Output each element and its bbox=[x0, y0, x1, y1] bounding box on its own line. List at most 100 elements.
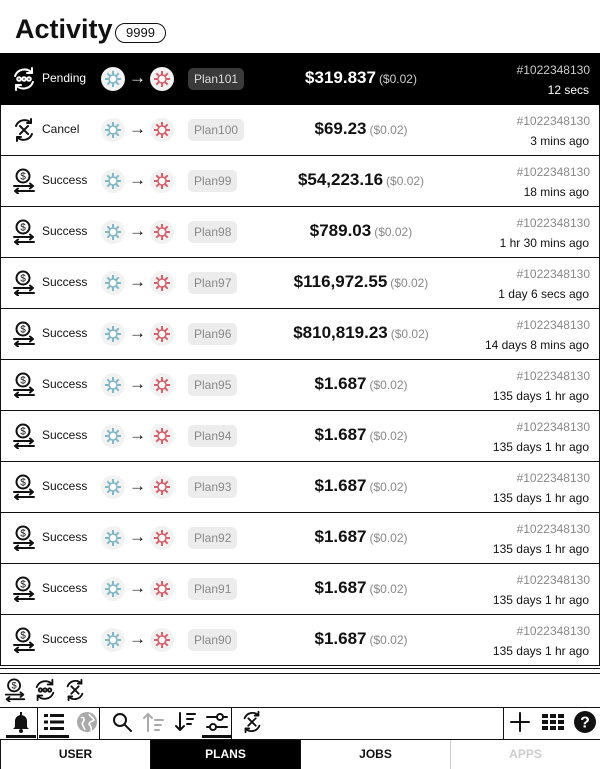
activity-row[interactable]: Cancel → Plan100 $69.23 ($0.02) #1022348130 3 … bbox=[0, 105, 600, 156]
amount-value: $1.687 bbox=[314, 425, 367, 444]
activity-row[interactable]: $ Success → Plan98 $789.03 ($0.02) #1022348130… bbox=[0, 207, 600, 258]
svg-text:$: $ bbox=[20, 478, 26, 489]
tab-user[interactable]: USER bbox=[0, 740, 150, 769]
arrow-right-icon: → bbox=[129, 374, 146, 393]
activity-row[interactable]: $ Success → Plan96 $810,819.23 ($0.02) #102234… bbox=[0, 309, 600, 360]
amount-value: $789.03 bbox=[309, 221, 372, 240]
status-label: Success bbox=[42, 581, 88, 595]
help-icon[interactable]: ? bbox=[573, 710, 597, 734]
transaction-id[interactable]: #1022348130 bbox=[517, 522, 590, 536]
grid-view-icon[interactable] bbox=[541, 710, 565, 734]
target-coin-icon bbox=[150, 271, 174, 295]
fee-value: ($0.02) bbox=[369, 582, 408, 596]
status-success-icon: $ bbox=[11, 270, 37, 296]
status-success-icon: $ bbox=[11, 627, 37, 653]
transaction-id[interactable]: #1022348130 bbox=[517, 63, 590, 77]
amount-group: $1.687 ($0.02) bbox=[246, 527, 476, 547]
filter-cancel-icon[interactable] bbox=[63, 678, 87, 702]
target-coin-icon bbox=[150, 220, 174, 244]
plan-badge[interactable]: Plan101 bbox=[188, 68, 245, 90]
transaction-id[interactable]: #1022348130 bbox=[517, 267, 590, 281]
add-icon[interactable] bbox=[508, 710, 532, 734]
plan-badge[interactable]: Plan100 bbox=[188, 119, 245, 141]
status-label: Success bbox=[42, 326, 88, 340]
transaction-id[interactable]: #1022348130 bbox=[517, 165, 590, 179]
source-coin-icon bbox=[101, 322, 125, 346]
sort-descending-icon[interactable] bbox=[174, 710, 198, 734]
transaction-id[interactable]: #1022348130 bbox=[517, 318, 590, 332]
activity-row[interactable]: $ Success → Plan95 $1.687 ($0.02) #1022348130 1… bbox=[0, 360, 600, 411]
fee-value: ($0.02) bbox=[369, 429, 408, 443]
svg-text:$: $ bbox=[20, 631, 26, 642]
arrow-right-icon: → bbox=[129, 221, 146, 240]
list-view-icon[interactable] bbox=[39, 710, 69, 738]
filter-success-icon[interactable]: $ bbox=[3, 678, 27, 702]
plan-badge[interactable]: Plan90 bbox=[188, 629, 238, 651]
activity-row[interactable]: $ Success → Plan91 $1.687 ($0.02) #1022348130 1… bbox=[0, 564, 600, 615]
timestamp: 135 days 1 hr ago bbox=[492, 491, 589, 505]
activity-row[interactable]: $ Success → Plan93 $1.687 ($0.02) #1022348130 1… bbox=[0, 462, 600, 513]
status-cancel-icon bbox=[11, 117, 37, 143]
transaction-id[interactable]: #1022348130 bbox=[517, 624, 590, 638]
activity-row[interactable]: Pending → Plan101 $319.837 ($0.02) #102234813… bbox=[0, 53, 600, 105]
status-label: Success bbox=[42, 479, 88, 493]
tab-jobs[interactable]: JOBS bbox=[300, 740, 450, 769]
filter-sliders-icon[interactable] bbox=[202, 710, 232, 738]
tab-plans[interactable]: PLANS bbox=[150, 740, 300, 769]
plan-badge[interactable]: Plan96 bbox=[188, 323, 238, 345]
plan-badge[interactable]: Plan94 bbox=[188, 425, 238, 447]
timestamp: 135 days 1 hr ago bbox=[492, 644, 589, 658]
status-label: Success bbox=[42, 632, 88, 646]
activity-row[interactable]: $ Success → Plan92 $1.687 ($0.02) #1022348130 1… bbox=[0, 513, 600, 564]
source-coin-icon bbox=[101, 220, 125, 244]
plan-badge[interactable]: Plan98 bbox=[188, 221, 238, 243]
amount-group: $116,972.55 ($0.02) bbox=[246, 272, 476, 292]
target-coin-icon bbox=[150, 424, 174, 448]
status-success-icon: $ bbox=[11, 423, 37, 449]
svg-text:$: $ bbox=[20, 376, 26, 387]
activity-row[interactable]: $ Success → Plan90 $1.687 ($0.02) #1022348130 1… bbox=[0, 615, 600, 666]
toolbar-divider bbox=[99, 707, 100, 739]
bottom-tab-bar: USER PLANS JOBS APPS bbox=[0, 739, 600, 769]
transaction-id[interactable]: #1022348130 bbox=[517, 114, 590, 128]
amount-group: $1.687 ($0.02) bbox=[246, 476, 476, 496]
plan-badge[interactable]: Plan91 bbox=[188, 578, 238, 600]
activity-row[interactable]: $ Success → Plan94 $1.687 ($0.02) #1022348130 1… bbox=[0, 411, 600, 462]
plan-badge[interactable]: Plan97 bbox=[188, 272, 238, 294]
svg-text:$: $ bbox=[20, 223, 26, 234]
transaction-id[interactable]: #1022348130 bbox=[517, 420, 590, 434]
plan-badge[interactable]: Plan93 bbox=[188, 476, 238, 498]
source-coin-icon bbox=[101, 577, 125, 601]
transaction-id[interactable]: #1022348130 bbox=[517, 573, 590, 587]
timestamp: 135 days 1 hr ago bbox=[492, 440, 589, 454]
search-icon[interactable] bbox=[110, 710, 134, 734]
timestamp: 135 days 1 hr ago bbox=[492, 593, 589, 607]
tab-apps[interactable]: APPS bbox=[450, 740, 600, 769]
source-coin-icon bbox=[101, 628, 125, 652]
page-title: Activity bbox=[15, 14, 113, 44]
timestamp: 14 days 8 mins ago bbox=[484, 338, 589, 352]
status-label: Cancel bbox=[42, 122, 80, 136]
activity-row[interactable]: $ Success → Plan97 $116,972.55 ($0.02) #102234… bbox=[0, 258, 600, 309]
svg-text:$: $ bbox=[20, 274, 26, 285]
amount-group: $789.03 ($0.02) bbox=[246, 221, 476, 241]
transaction-id[interactable]: #1022348130 bbox=[517, 471, 590, 485]
arrow-right-icon: → bbox=[129, 527, 146, 546]
arrow-right-icon: → bbox=[129, 272, 146, 291]
filter-pending-icon[interactable] bbox=[33, 678, 57, 702]
cancel-filter-icon[interactable] bbox=[240, 710, 264, 734]
sort-ascending-icon[interactable] bbox=[142, 710, 166, 734]
status-label: Success bbox=[42, 224, 88, 238]
transaction-id[interactable]: #1022348130 bbox=[517, 369, 590, 383]
globe-icon[interactable] bbox=[75, 710, 99, 734]
toolbar-divider bbox=[231, 707, 232, 739]
plan-badge[interactable]: Plan95 bbox=[188, 374, 238, 396]
plan-badge[interactable]: Plan99 bbox=[188, 170, 238, 192]
status-pending-icon bbox=[11, 66, 37, 92]
notifications-bell-icon[interactable] bbox=[6, 710, 36, 738]
activity-row[interactable]: $ Success → Plan99 $54,223.16 ($0.02) #1022348… bbox=[0, 156, 600, 207]
timestamp: 1 hr 30 mins ago bbox=[499, 236, 589, 250]
transaction-id[interactable]: #1022348130 bbox=[517, 216, 590, 230]
amount-value: $319.837 bbox=[305, 68, 376, 87]
plan-badge[interactable]: Plan92 bbox=[188, 527, 238, 549]
